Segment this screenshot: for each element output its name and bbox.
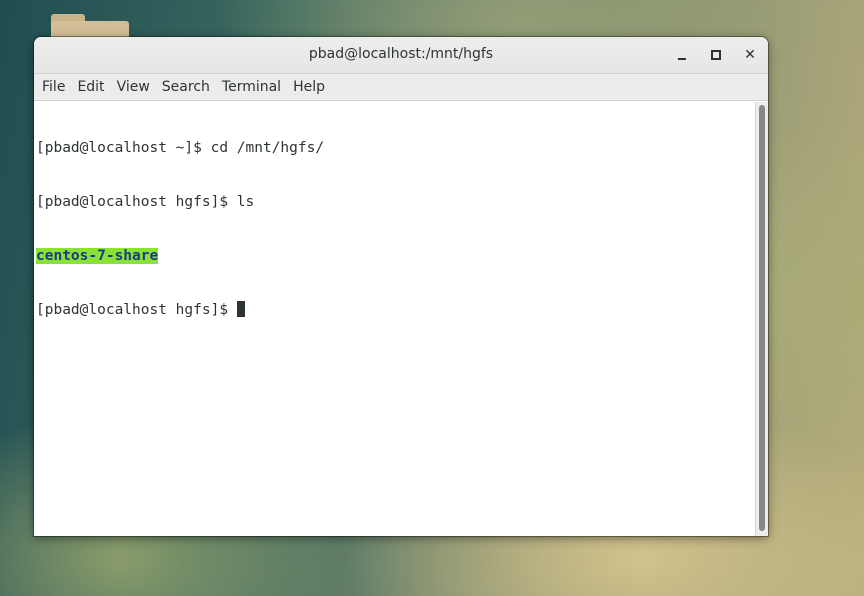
terminal-window: pbad@localhost:/mnt/hgfs ✕ File Edit Vie… — [34, 37, 768, 536]
text-cursor — [236, 301, 245, 317]
minimize-icon — [678, 57, 686, 60]
scrollbar-thumb[interactable] — [759, 105, 765, 531]
menu-help[interactable]: Help — [287, 74, 331, 101]
menu-bar: File Edit View Search Terminal Help — [34, 74, 768, 101]
maximize-icon — [711, 50, 721, 60]
minimize-button[interactable] — [672, 45, 692, 65]
menu-file[interactable]: File — [36, 74, 71, 101]
menu-edit[interactable]: Edit — [71, 74, 110, 101]
terminal-output[interactable]: [pbad@localhost ~]$ cd /mnt/hgfs/ [pbad@… — [34, 102, 755, 536]
window-title: pbad@localhost:/mnt/hgfs — [308, 46, 494, 62]
maximize-button[interactable] — [706, 45, 726, 65]
menu-view[interactable]: View — [111, 74, 156, 101]
current-prompt: [pbad@localhost hgfs]$ — [36, 302, 237, 318]
menu-search[interactable]: Search — [156, 74, 216, 101]
close-icon: ✕ — [744, 47, 756, 63]
ls-output-directory: centos-7-share — [36, 248, 159, 264]
terminal-line: [pbad@localhost ~]$ cd /mnt/hgfs/ — [36, 140, 325, 156]
vertical-scrollbar[interactable] — [755, 102, 768, 536]
menu-terminal[interactable]: Terminal — [216, 74, 287, 101]
terminal-line: [pbad@localhost hgfs]$ ls — [36, 194, 255, 210]
title-bar[interactable]: pbad@localhost:/mnt/hgfs ✕ — [34, 37, 768, 74]
close-button[interactable]: ✕ — [740, 45, 760, 65]
